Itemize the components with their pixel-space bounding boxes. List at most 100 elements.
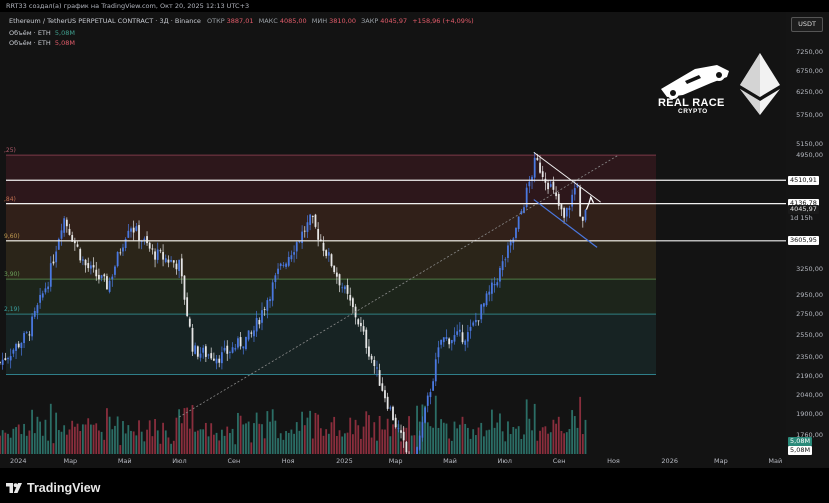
volume-bar	[293, 433, 295, 454]
candle-body	[81, 259, 84, 261]
volume-bar	[325, 429, 328, 454]
fib-label: ,84)	[4, 195, 16, 203]
tradingview-logo-icon	[6, 483, 22, 493]
candle-body	[180, 258, 183, 277]
volume-bar	[365, 411, 368, 454]
candle-body	[106, 276, 108, 290]
candle-body	[528, 181, 531, 187]
candle-body	[186, 297, 189, 317]
volume-bar	[571, 410, 574, 454]
candle-body	[277, 268, 279, 274]
candle-body	[568, 207, 571, 210]
candle-body	[245, 336, 247, 350]
candle-body	[549, 184, 552, 187]
candle-body	[482, 303, 485, 307]
volume-bar	[84, 424, 87, 454]
candle-body	[303, 230, 306, 232]
candle-body	[263, 309, 266, 311]
candle-body	[146, 236, 148, 244]
time-axis[interactable]: 2024 Мар Май Июл Сен Ноя 2025 Мар Май Июл Сен Ноя 20…	[0, 454, 786, 468]
volume-bar	[413, 435, 416, 454]
volume-bar	[247, 421, 250, 454]
volume-bar	[135, 435, 138, 454]
close-value: 4045,97	[380, 17, 408, 25]
volume-bar	[60, 431, 63, 454]
volume-bar	[183, 408, 186, 454]
tradingview-logo[interactable]: TradingView	[6, 481, 100, 495]
candle-body	[327, 252, 330, 256]
volume-bar	[175, 417, 178, 454]
volume-bar	[507, 421, 509, 454]
candle-body	[397, 428, 400, 429]
volume-bar	[140, 431, 143, 454]
candle-body	[12, 349, 15, 354]
volume-bar	[207, 436, 210, 454]
candle-body	[565, 207, 568, 217]
volume-bar	[98, 430, 100, 454]
volume-bar	[573, 416, 576, 454]
candle-body	[28, 334, 31, 336]
currency-button[interactable]: USDT	[791, 17, 823, 32]
candle-body	[370, 355, 373, 360]
candle-body	[290, 255, 293, 260]
volume-bar	[485, 430, 488, 454]
volume-bar	[448, 438, 451, 454]
volume-bar	[204, 422, 207, 454]
candle-body	[306, 222, 309, 233]
candle-body	[33, 310, 36, 317]
volume-bar	[581, 434, 584, 454]
candle-body	[132, 227, 135, 233]
candle-body	[421, 422, 424, 438]
price-tick: 6750,00	[796, 67, 823, 76]
volume-bar	[57, 430, 60, 454]
volume-bar	[274, 420, 277, 454]
volume-bar	[138, 420, 140, 454]
volume-bar	[341, 436, 344, 454]
volume-bar	[557, 416, 560, 454]
candle-body	[317, 228, 320, 240]
volume-bar	[242, 424, 245, 454]
volume-bar	[437, 427, 440, 454]
volume-bar	[301, 411, 304, 454]
volume-bar	[111, 429, 114, 454]
price-tick: 2950,00	[796, 291, 823, 300]
volume-bar	[544, 426, 547, 454]
volume-bar	[44, 419, 47, 454]
volume-bar	[563, 433, 566, 454]
volume-bar	[255, 412, 258, 454]
volume-bar	[317, 414, 320, 454]
candle-body	[453, 335, 456, 342]
candle-body	[55, 251, 58, 263]
candle-body	[39, 294, 42, 303]
candle-body	[130, 228, 132, 232]
candle-body	[31, 316, 33, 337]
candle-body	[36, 305, 39, 313]
candle-body	[373, 360, 376, 367]
candle-body	[103, 274, 106, 277]
candle-body	[362, 326, 365, 332]
candle-body	[253, 330, 255, 337]
candle-body	[349, 295, 352, 301]
volume-bar	[303, 425, 306, 454]
volume-bar	[491, 409, 493, 454]
candle-body	[426, 395, 429, 406]
candle-body	[581, 216, 584, 221]
volume-bar	[290, 429, 293, 454]
volume-bar	[517, 426, 520, 454]
volume-bar	[33, 433, 36, 454]
volume-bar	[127, 425, 130, 454]
volume-bar	[482, 436, 485, 454]
volume-bar	[408, 416, 410, 454]
volume-bar	[410, 435, 413, 454]
volume-bar	[7, 433, 9, 454]
volume-bar	[381, 429, 384, 454]
volume-bar	[555, 423, 557, 454]
volume-bar	[504, 441, 507, 454]
candle-body	[571, 194, 574, 207]
volume-bar	[25, 435, 28, 454]
volume-bar	[576, 427, 579, 454]
volume-bar	[39, 421, 42, 454]
volume-bar	[376, 440, 378, 454]
price-axis[interactable]: 8000,007250,006750,006250,005750,005150,…	[786, 12, 829, 467]
candle-body	[563, 208, 566, 218]
